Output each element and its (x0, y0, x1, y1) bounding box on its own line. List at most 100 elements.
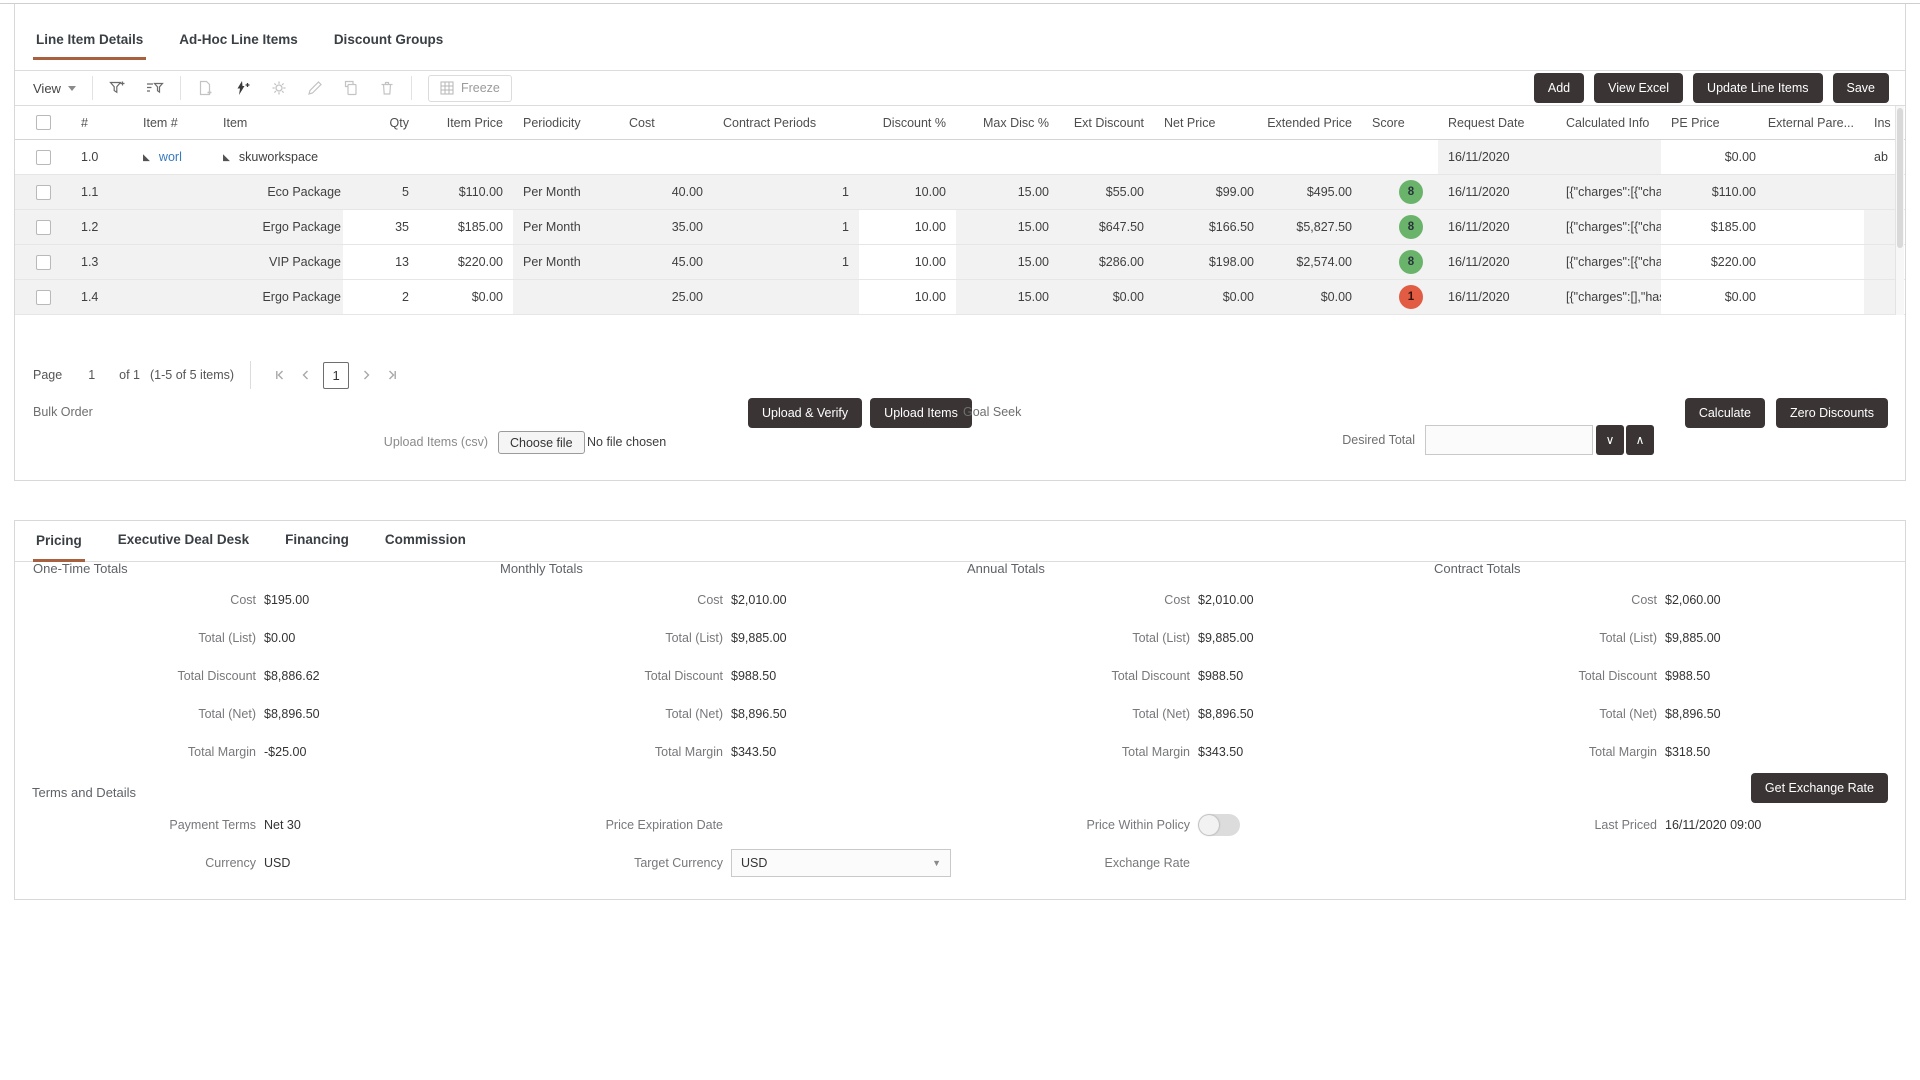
cell-pe_price[interactable]: $0.00 (1661, 280, 1766, 314)
cell-num: 1.3 (71, 245, 133, 279)
cell-cost: 45.00 (619, 245, 713, 279)
update-line-items-button[interactable]: Update Line Items (1693, 73, 1822, 103)
tab-ad-hoc-line-items[interactable]: Ad-Hoc Line Items (176, 32, 301, 60)
cell-periodicity: Per Month (513, 210, 619, 244)
add-button[interactable]: Add (1534, 73, 1584, 103)
total-value: $9,885.00 (1198, 631, 1254, 645)
col-header-max_disc[interactable]: Max Disc % (956, 106, 1059, 139)
get-exchange-rate-button[interactable]: Get Exchange Rate (1751, 773, 1888, 803)
terms-and-details-title: Terms and Details (32, 785, 136, 800)
desired-total-input[interactable] (1425, 425, 1593, 455)
row-checkbox[interactable] (36, 220, 51, 235)
cell-discount[interactable]: 10.00 (859, 280, 956, 314)
view-dropdown[interactable]: View (33, 81, 76, 96)
tab-line-item-details[interactable]: Line Item Details (33, 32, 146, 60)
item-number-link[interactable]: worl (159, 150, 182, 164)
col-header-score[interactable]: Score (1362, 106, 1438, 139)
tab-commission[interactable]: Commission (382, 532, 469, 561)
upload-items-button[interactable]: Upload Items (870, 398, 972, 428)
save-button[interactable]: Save (1833, 73, 1890, 103)
copy-icon (343, 80, 359, 96)
tab-executive-deal-desk[interactable]: Executive Deal Desk (115, 532, 252, 561)
cell-qty[interactable]: 35 (343, 210, 419, 244)
cell-item_price[interactable]: $0.00 (419, 280, 513, 314)
row-checkbox[interactable] (36, 255, 51, 270)
toggle-knob (1199, 815, 1219, 835)
total-label: Total (List) (498, 631, 723, 645)
collapse-icon[interactable]: ◣ (223, 153, 230, 162)
scrollbar-thumb[interactable] (1897, 108, 1903, 248)
cell-qty[interactable]: 13 (343, 245, 419, 279)
vertical-scrollbar[interactable] (1895, 106, 1904, 315)
tab-financing[interactable]: Financing (282, 532, 352, 561)
col-header-calculated_info[interactable]: Calculated Info (1556, 106, 1661, 139)
cell-pe_price[interactable]: $220.00 (1661, 245, 1766, 279)
view-excel-button[interactable]: View Excel (1594, 73, 1683, 103)
calculate-button[interactable]: Calculate (1685, 398, 1765, 428)
freeze-button[interactable]: Freeze (428, 75, 512, 102)
target-currency-value: USD (741, 856, 767, 870)
cell-pe_price: $0.00 (1661, 140, 1766, 174)
tab-pricing[interactable]: Pricing (33, 533, 85, 562)
row-checkbox[interactable] (36, 290, 51, 305)
col-header-qty[interactable]: Qty (343, 106, 419, 139)
cell-external (1766, 280, 1864, 314)
target-currency-select[interactable]: USD ▼ (731, 849, 951, 877)
cell-discount: 10.00 (859, 175, 956, 209)
total-label: Total Discount (1432, 669, 1657, 683)
select-all-checkbox[interactable] (36, 115, 51, 130)
col-header-item_num[interactable]: Item # (133, 106, 213, 139)
cell-item_price[interactable]: $185.00 (419, 210, 513, 244)
total-value: $9,885.00 (1665, 631, 1721, 645)
chevron-down-icon (68, 86, 76, 91)
table-row: 1.2Ergo Package35$185.00Per Month35.0011… (15, 210, 1905, 245)
row-checkbox[interactable] (36, 185, 51, 200)
cell-extended_price: $5,827.50 (1264, 210, 1362, 244)
grid-body: 1.0◣worl◣skuworkspace16/11/2020$0.00ab1.… (15, 140, 1905, 315)
col-header-num[interactable]: # (71, 106, 133, 139)
price-within-policy-toggle[interactable] (1198, 814, 1240, 836)
col-header-contract_periods[interactable]: Contract Periods (713, 106, 859, 139)
desired-total-dropdown-button[interactable]: ∨ (1596, 425, 1624, 455)
page-value[interactable]: 1 (88, 368, 95, 382)
freeze-label: Freeze (461, 81, 500, 95)
col-header-item[interactable]: Item (213, 106, 343, 139)
tab-discount-groups[interactable]: Discount Groups (331, 32, 447, 60)
upload-verify-button[interactable]: Upload & Verify (748, 398, 862, 428)
col-header-item_price[interactable]: Item Price (419, 106, 513, 139)
filter-list-icon[interactable] (146, 80, 164, 96)
cell-discount[interactable]: 10.00 (859, 210, 956, 244)
table-row: 1.0◣worl◣skuworkspace16/11/2020$0.00ab (15, 140, 1905, 175)
zero-discounts-button[interactable]: Zero Discounts (1776, 398, 1888, 428)
col-header-extended_price[interactable]: Extended Price (1264, 106, 1362, 139)
cell-contract_periods: 1 (713, 245, 859, 279)
col-header-periodicity[interactable]: Periodicity (513, 106, 619, 139)
next-page-icon[interactable] (353, 362, 379, 388)
current-page-button[interactable]: 1 (323, 362, 349, 389)
collapse-icon[interactable]: ◣ (143, 153, 150, 162)
score-badge: 1 (1399, 285, 1423, 309)
col-header-net_price[interactable]: Net Price (1154, 106, 1264, 139)
total-value: $318.50 (1665, 745, 1710, 759)
total-label: Total Discount (498, 669, 723, 683)
cell-pe_price[interactable]: $185.00 (1661, 210, 1766, 244)
desired-total-up-button[interactable]: ∧ (1626, 425, 1654, 455)
col-header-discount[interactable]: Discount % (859, 106, 956, 139)
col-header-external[interactable]: External Pare... (1766, 106, 1864, 139)
first-page-icon[interactable] (267, 362, 293, 388)
total-value: $8,896.50 (1665, 707, 1721, 721)
cell-qty[interactable]: 2 (343, 280, 419, 314)
add-filter-icon[interactable] (109, 80, 126, 96)
prev-page-icon[interactable] (293, 362, 319, 388)
col-header-ext_discount[interactable]: Ext Discount (1059, 106, 1154, 139)
cell-discount[interactable]: 10.00 (859, 245, 956, 279)
last-page-icon[interactable] (379, 362, 405, 388)
cell-request_date: 16/11/2020 (1438, 280, 1556, 314)
totals-section-title: Monthly Totals (498, 561, 965, 581)
quick-action-icon[interactable] (234, 80, 251, 96)
col-header-request_date[interactable]: Request Date (1438, 106, 1556, 139)
col-header-cost[interactable]: Cost (619, 106, 713, 139)
row-checkbox[interactable] (36, 150, 51, 165)
cell-item_price[interactable]: $220.00 (419, 245, 513, 279)
col-header-pe_price[interactable]: PE Price (1661, 106, 1766, 139)
